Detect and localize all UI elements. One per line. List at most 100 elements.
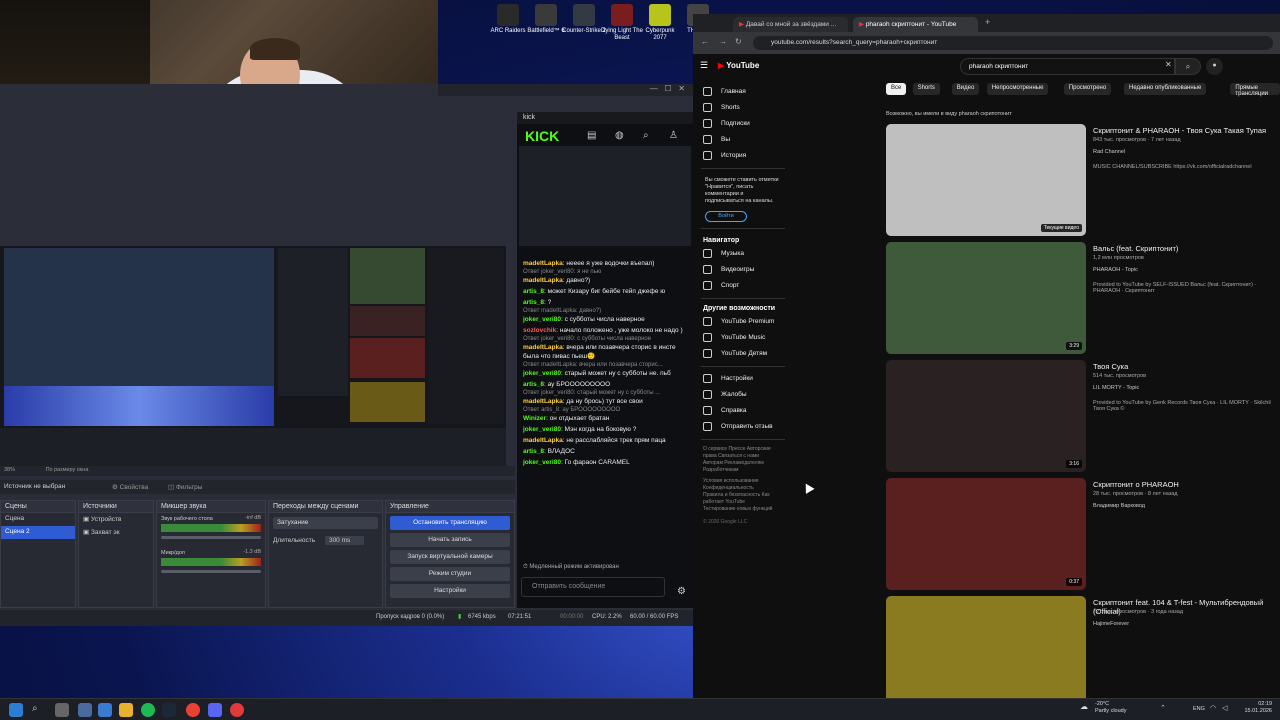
widgets-icon[interactable] [78,703,92,717]
filter-chip[interactable]: Прямые трансляции [1230,83,1280,97]
search-icon[interactable]: ⌕ [643,130,649,141]
sidebar-item[interactable]: Shorts [693,100,793,116]
clock[interactable]: 02:19 15.01.2026 [1240,701,1272,715]
obs-taskbar-icon[interactable] [230,703,244,717]
channel-name[interactable]: Владимир Варковод [1093,503,1145,509]
chat-username[interactable]: sozlovchik [523,327,556,334]
sidebar-item[interactable]: Вы [693,132,793,148]
reload-icon[interactable]: ↻ [735,37,742,46]
menu-icon[interactable]: ☰ [700,60,708,71]
transition-select[interactable]: Затухание [273,517,378,529]
filter-chip[interactable]: Все [886,83,907,95]
footer-links-2[interactable]: Условия использования Конфиденциальность… [693,476,783,515]
props-button[interactable]: ⚙ Свойства [112,483,148,491]
filter-chip[interactable]: Видео [951,83,980,95]
channel-name[interactable]: PHARAOH - Topic [1093,267,1138,273]
video-title[interactable]: Скриптонит & PHARAOH - Твоя Сука Такая Т… [1093,126,1266,135]
chat-username[interactable]: madeItLapka [523,437,563,444]
forward-icon[interactable]: → [719,37,727,46]
chat-username[interactable]: madeItLapka [523,398,563,405]
sidebar-item[interactable]: История [693,148,793,164]
filter-chip[interactable]: Непросмотренные [986,83,1049,95]
taskview-icon[interactable] [55,703,69,717]
control-button[interactable]: Запуск виртуальной камеры [390,550,510,564]
spotify-icon[interactable] [141,703,155,717]
control-button[interactable]: Режим студии [390,567,510,581]
tab-1[interactable]: ▶ Давай со мной за звёздами ... [733,17,848,32]
tray-chevron-icon[interactable]: ⌃ [1160,704,1166,712]
volume-slider[interactable] [161,570,261,573]
store-icon[interactable] [98,703,112,717]
address-bar[interactable]: youtube.com/results?search_query=pharaoh… [753,36,1273,50]
obs-zoom-bar[interactable]: 38% По размеру окна [0,466,515,476]
calendar-icon[interactable]: ▤ [587,130,596,141]
channel-name[interactable]: LIL MORTY - Topic [1093,385,1139,391]
youtube-logo[interactable]: ▶ YouTube [718,61,759,70]
obs-titlebar[interactable]: — ☐ ✕ [438,84,693,96]
volume-slider[interactable] [161,536,261,539]
source-item[interactable]: ▣ Устройств [79,513,153,526]
sidebar-item[interactable]: Справка [693,403,793,419]
wifi-icon[interactable]: ◠ [1210,704,1216,712]
search-button[interactable]: ⌕ [1175,58,1201,75]
filter-chip[interactable]: Недавно опубликованные [1124,83,1207,95]
obs-preview[interactable] [0,246,506,428]
mic-icon[interactable]: ● [1206,58,1223,75]
video-title[interactable]: Твоя Сука [1093,362,1128,371]
video-thumbnail[interactable]: 3:16 [886,360,1086,472]
channel-name[interactable]: HajimeForever [1093,621,1129,627]
clear-search-icon[interactable]: ✕ [1165,60,1172,69]
control-button[interactable]: Настройки [390,584,510,598]
sidebar-item[interactable]: Жалобы [693,387,793,403]
chat-username[interactable]: joker_veri80 [523,459,561,466]
video-thumbnail[interactable]: 3:29 [886,242,1086,354]
video-thumbnail[interactable] [886,596,1086,708]
globe-icon[interactable]: ◍ [615,130,624,141]
signin-button[interactable]: Войти [705,211,747,222]
filter-chip[interactable]: Просмотрено [1063,83,1112,95]
chat-username[interactable]: joker_veri80 [523,426,561,433]
chat-username[interactable]: madeItLapka [523,344,563,351]
sidebar-item[interactable]: Отправить отзыв [693,419,793,435]
tab-2[interactable]: ▶ pharaoh скриптонит - YouTube [853,17,978,32]
steam-icon[interactable] [162,703,176,717]
video-title[interactable]: Скриптонит о PHARAOH [1093,480,1179,489]
chat-username[interactable]: artis_8 [523,381,544,388]
language-indicator[interactable]: ENG [1193,706,1205,712]
weather-icon[interactable]: ☁ [1080,702,1088,711]
yt-search-input[interactable]: pharaoh скриптонит [960,58,1175,75]
chat-input[interactable]: Отправить сообщение [521,577,665,597]
sidebar-item[interactable]: Подписки [693,116,793,132]
chat-username[interactable]: artis_8 [523,299,544,306]
video-title[interactable]: Вальс (feat. Скриптонит) [1093,244,1178,253]
footer-links-1[interactable]: О сервисе Прессе Авторские права Связать… [693,444,783,476]
scene-item[interactable]: Сцена 2 [1,526,75,539]
new-tab-icon[interactable]: + [985,17,990,27]
explorer-icon[interactable] [119,703,133,717]
back-icon[interactable]: ← [701,37,709,46]
channel-name[interactable]: Rad Channel [1093,149,1125,155]
user-icon[interactable]: ♙ [669,130,678,141]
search-taskbar-icon[interactable]: ⌕ [32,703,46,717]
scene-item[interactable]: Сцена [1,513,75,526]
sidebar-item[interactable]: Настройки [693,371,793,387]
sidebar-item[interactable]: Видеоигры [693,262,793,278]
filter-chip[interactable]: Shorts [912,83,940,95]
settings-icon[interactable]: ⚙ [677,586,686,597]
chat-username[interactable]: madeItLapka [523,260,563,267]
chat-username[interactable]: artis_8 [523,448,544,455]
sidebar-item[interactable]: Главная [693,84,793,100]
duration-input[interactable]: 300 ms [324,536,365,545]
start-icon[interactable] [9,703,23,717]
control-button[interactable]: Остановить трансляцию [390,516,510,530]
chrome-icon[interactable] [186,703,200,717]
video-thumbnail[interactable]: 0:37 [886,478,1086,590]
chat-username[interactable]: artis_8 [523,288,544,295]
discord-icon[interactable] [208,703,222,717]
chat-username[interactable]: joker_veri80 [523,370,561,377]
source-item[interactable]: ▣ Захват эк [79,526,153,539]
did-you-mean[interactable]: Возможно, вы имели в виду pharaoh скрипо… [886,111,1012,117]
chat-username[interactable]: Winizer [523,415,546,422]
weather[interactable]: -20°C Partly cloudy [1095,701,1127,715]
video-thumbnail[interactable]: Текущие видео [886,124,1086,236]
